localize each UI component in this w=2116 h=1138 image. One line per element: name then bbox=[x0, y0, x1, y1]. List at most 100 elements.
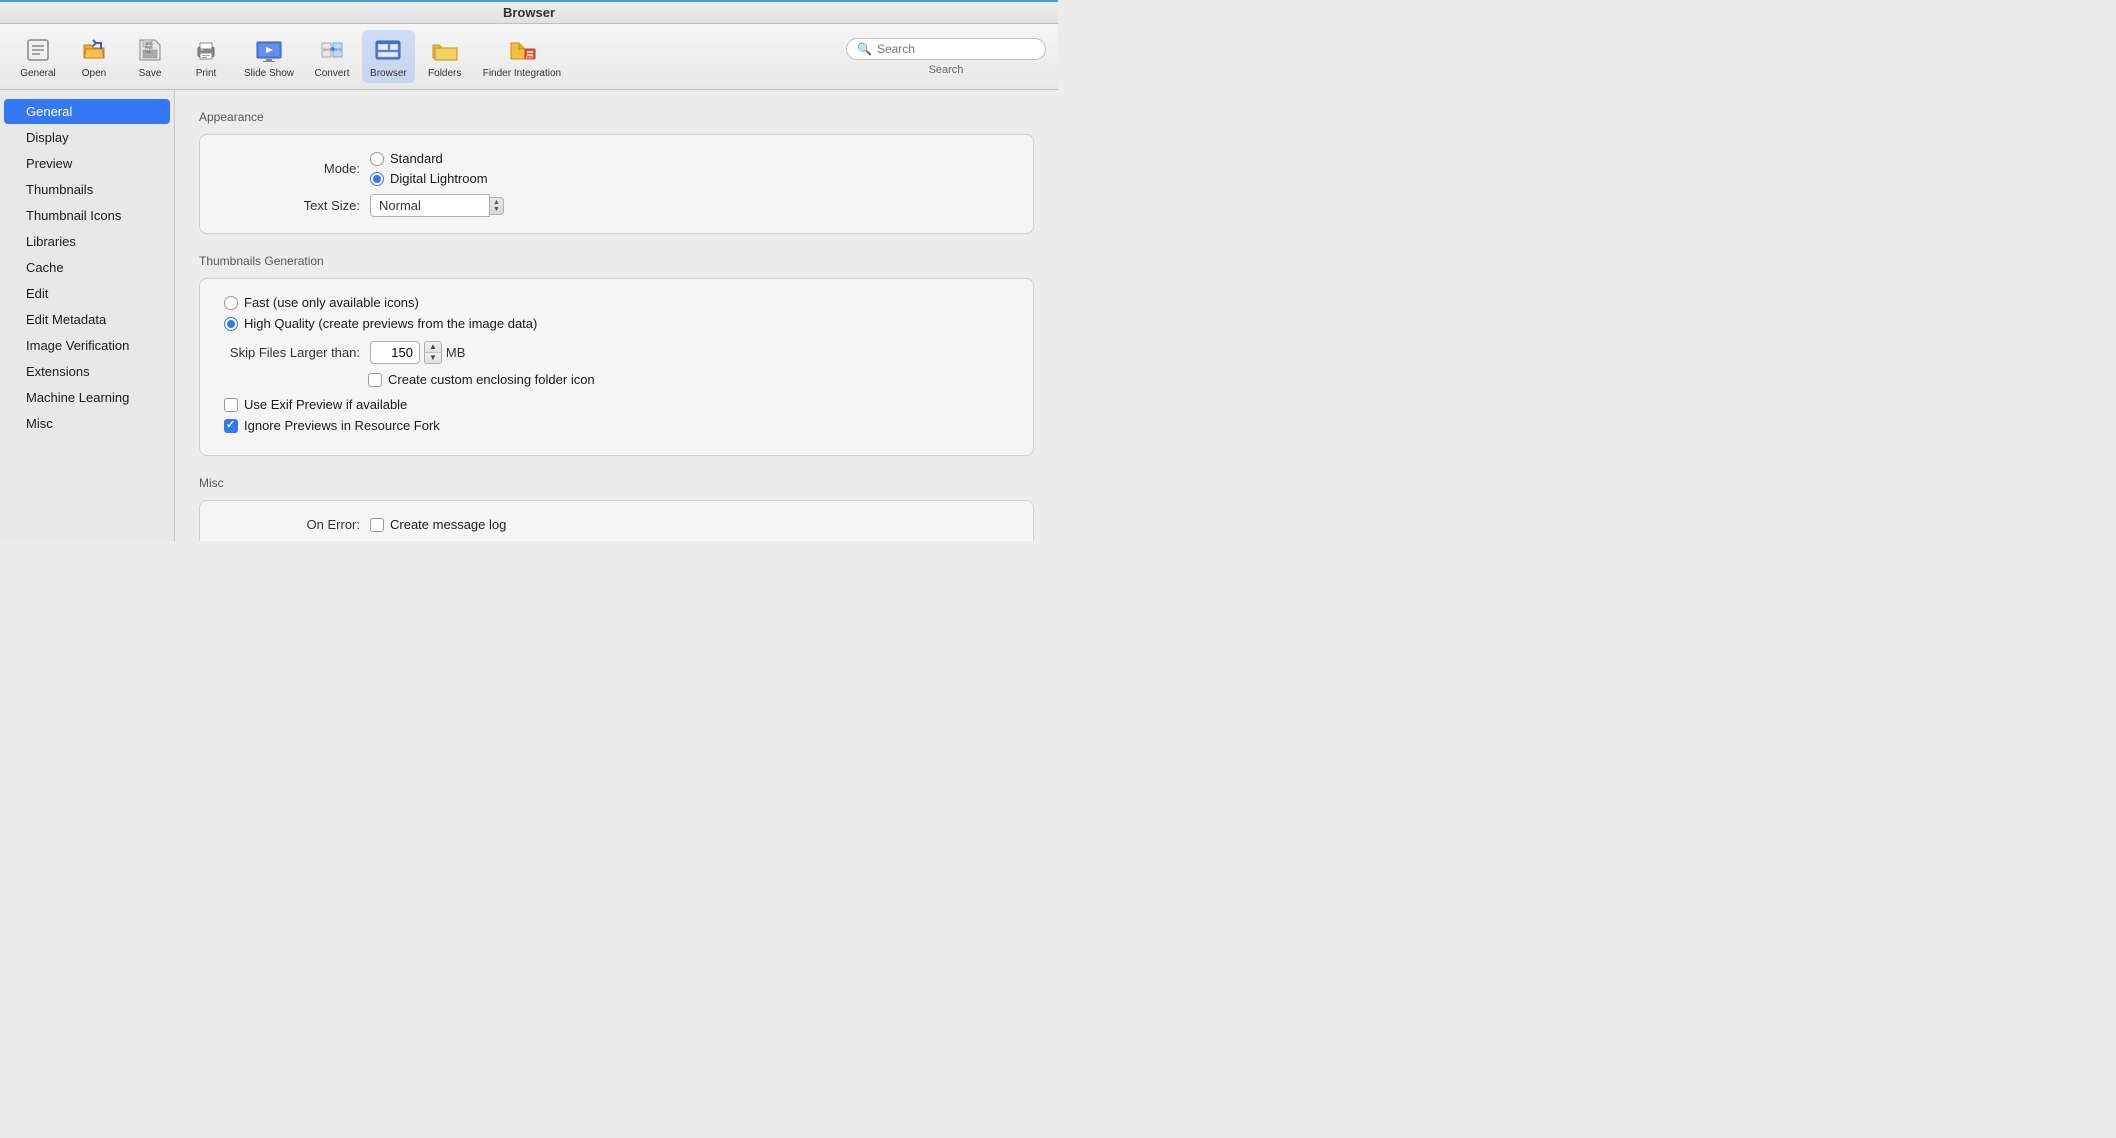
sidebar-item-machine-learning[interactable]: Machine Learning bbox=[4, 385, 170, 410]
high-quality-radio[interactable] bbox=[224, 317, 238, 331]
high-quality-radio-row: High Quality (create previews from the i… bbox=[220, 316, 1013, 331]
search-label: Search bbox=[929, 64, 964, 76]
sidebar-item-general[interactable]: General bbox=[4, 99, 170, 124]
original-file-date-controls: Keep after modifying metadata bbox=[370, 540, 567, 541]
svg-text:EXT: EXT bbox=[526, 55, 534, 60]
svg-text:IMG: IMG bbox=[323, 47, 331, 52]
print-label: Print bbox=[196, 68, 217, 79]
browser-icon bbox=[372, 34, 404, 66]
fast-radio[interactable] bbox=[224, 296, 238, 310]
sidebar-item-misc[interactable]: Misc bbox=[4, 411, 170, 436]
title-bar: Browser bbox=[0, 0, 1058, 24]
text-size-row: Text Size: Small Normal Large ▲ ▼ bbox=[220, 194, 1013, 217]
create-message-log-label: Create message log bbox=[390, 517, 506, 532]
on-error-label: On Error: bbox=[220, 517, 360, 532]
skip-files-row: Skip Files Larger than: ▲ ▼ MB bbox=[220, 341, 1013, 364]
sidebar: General Display Preview Thumbnails Thumb… bbox=[0, 90, 175, 541]
mode-standard-radio[interactable] bbox=[370, 152, 384, 166]
misc-title: Misc bbox=[199, 476, 1034, 490]
general-icon bbox=[22, 34, 54, 66]
sidebar-item-cache[interactable]: Cache bbox=[4, 255, 170, 280]
skip-files-down[interactable]: ▼ bbox=[425, 353, 441, 363]
toolbar-item-folders[interactable]: Folders bbox=[419, 30, 471, 83]
skip-files-label: Skip Files Larger than: bbox=[220, 345, 360, 360]
content-area: Appearance Mode: Standard Digital Lightr… bbox=[175, 90, 1058, 541]
skip-files-input[interactable] bbox=[370, 341, 420, 364]
appearance-section: Appearance Mode: Standard Digital Lightr… bbox=[199, 110, 1034, 234]
thumbnails-generation-box: Fast (use only available icons) High Qua… bbox=[199, 278, 1034, 456]
sidebar-item-thumbnails[interactable]: Thumbnails bbox=[4, 177, 170, 202]
sidebar-item-preview[interactable]: Preview bbox=[4, 151, 170, 176]
toolbar-item-save[interactable]: JPG PNG TIFF Save bbox=[124, 30, 176, 83]
mode-digital-row: Digital Lightroom bbox=[370, 171, 488, 186]
open-icon bbox=[78, 34, 110, 66]
text-size-select[interactable]: Small Normal Large bbox=[370, 194, 490, 217]
toolbar-item-finder[interactable]: EXT Finder Integration bbox=[475, 30, 569, 83]
sidebar-item-extensions[interactable]: Extensions bbox=[4, 359, 170, 384]
skip-files-stepper[interactable]: ▲ ▼ bbox=[424, 341, 442, 364]
text-size-select-wrapper: Small Normal Large ▲ ▼ bbox=[370, 194, 504, 217]
toolbar-item-open[interactable]: Open bbox=[68, 30, 120, 83]
mode-row: Mode: Standard Digital Lightroom bbox=[220, 151, 1013, 186]
exif-preview-label: Use Exif Preview if available bbox=[244, 397, 407, 412]
save-label: Save bbox=[139, 68, 162, 79]
original-file-date-label: Original File Date: bbox=[220, 540, 360, 541]
sidebar-item-edit[interactable]: Edit bbox=[4, 281, 170, 306]
toolbar-item-browser[interactable]: Browser bbox=[362, 30, 415, 83]
sidebar-item-thumbnail-icons[interactable]: Thumbnail Icons bbox=[4, 203, 170, 228]
browser-label: Browser bbox=[370, 68, 407, 79]
svg-text:JPG: JPG bbox=[334, 47, 342, 52]
mode-label: Mode: bbox=[220, 161, 360, 176]
skip-files-controls: ▲ ▼ MB bbox=[370, 341, 465, 364]
on-error-controls: Create message log bbox=[370, 517, 506, 532]
mode-standard-row: Standard bbox=[370, 151, 488, 166]
mode-digital-label: Digital Lightroom bbox=[390, 171, 488, 186]
open-label: Open bbox=[82, 68, 106, 79]
toolbar-item-print[interactable]: Print bbox=[180, 30, 232, 83]
fast-label: Fast (use only available icons) bbox=[244, 295, 419, 310]
exif-preview-checkbox[interactable] bbox=[224, 398, 238, 412]
skip-files-up[interactable]: ▲ bbox=[425, 342, 441, 353]
print-icon bbox=[190, 34, 222, 66]
convert-label: Convert bbox=[315, 68, 350, 79]
search-container: 🔍 Search bbox=[846, 38, 1046, 76]
main-layout: General Display Preview Thumbnails Thumb… bbox=[0, 90, 1058, 541]
original-file-date-row: Original File Date: Keep after modifying… bbox=[220, 540, 1013, 541]
finder-icon: EXT bbox=[506, 34, 538, 66]
general-label: General bbox=[20, 68, 56, 79]
custom-folder-label: Create custom enclosing folder icon bbox=[388, 372, 595, 387]
text-size-label: Text Size: bbox=[220, 198, 360, 213]
toolbar-item-general[interactable]: General bbox=[12, 30, 64, 83]
sidebar-item-libraries[interactable]: Libraries bbox=[4, 229, 170, 254]
on-error-row: On Error: Create message log bbox=[220, 517, 1013, 532]
toolbar-item-slideshow[interactable]: Slide Show bbox=[236, 30, 302, 83]
ignore-resource-fork-checkbox[interactable] bbox=[224, 419, 238, 433]
thumbnails-generation-title: Thumbnails Generation bbox=[199, 254, 1034, 268]
custom-folder-icon-row: Create custom enclosing folder icon bbox=[220, 372, 1013, 387]
skip-files-unit: MB bbox=[446, 345, 466, 360]
window-title: Browser bbox=[503, 5, 555, 20]
sidebar-item-display[interactable]: Display bbox=[4, 125, 170, 150]
search-icon: 🔍 bbox=[857, 42, 872, 56]
toolbar-item-convert[interactable]: IMG JPG Convert bbox=[306, 30, 358, 83]
sidebar-item-edit-metadata[interactable]: Edit Metadata bbox=[4, 307, 170, 332]
mode-digital-radio[interactable] bbox=[370, 172, 384, 186]
slideshow-icon bbox=[253, 34, 285, 66]
svg-text:TIFF: TIFF bbox=[145, 50, 151, 54]
search-input[interactable] bbox=[877, 42, 1035, 56]
toolbar: General Open JPG PNG TIFF Save bbox=[0, 24, 1058, 90]
sidebar-item-image-verification[interactable]: Image Verification bbox=[4, 333, 170, 358]
exif-preview-row: Use Exif Preview if available bbox=[224, 397, 1013, 412]
keep-after-modifying-checkbox[interactable] bbox=[370, 541, 384, 542]
ignore-resource-fork-row: Ignore Previews in Resource Fork bbox=[224, 418, 1013, 433]
folders-icon bbox=[429, 34, 461, 66]
search-box[interactable]: 🔍 bbox=[846, 38, 1046, 60]
appearance-box: Mode: Standard Digital Lightroom bbox=[199, 134, 1034, 234]
save-icon: JPG PNG TIFF bbox=[134, 34, 166, 66]
text-size-stepper[interactable]: ▲ ▼ bbox=[490, 197, 504, 215]
custom-folder-checkbox[interactable] bbox=[368, 373, 382, 387]
misc-box: On Error: Create message log Original Fi… bbox=[199, 500, 1034, 541]
appearance-title: Appearance bbox=[199, 110, 1034, 124]
keep-after-modifying-label: Keep after modifying metadata bbox=[390, 540, 567, 541]
create-message-log-checkbox[interactable] bbox=[370, 518, 384, 532]
